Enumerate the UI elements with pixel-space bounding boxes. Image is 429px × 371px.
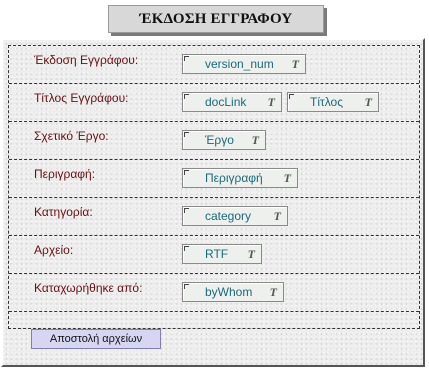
- description-label: Περιγραφή:: [34, 167, 96, 181]
- title-label: Τίτλος Εγγράφου:: [34, 91, 129, 105]
- page-title: ΈΚΔΟΣΗ ΕΓΓΡΑΦΟΥ: [139, 10, 293, 27]
- project-field[interactable]: Έργο T: [182, 130, 266, 150]
- row-registered-by: Καταχωρήθηκε από: byWhom T: [9, 274, 419, 312]
- description-value: Περιγραφή: [205, 171, 263, 185]
- row-spacer: [9, 312, 419, 328]
- doclink-value: docLink: [205, 95, 247, 109]
- row-project: Σχετικό Έργο: Έργο T: [9, 122, 419, 160]
- version-label: Έκδοση Εγγράφου:: [34, 53, 139, 67]
- text-type-icon: T: [269, 285, 277, 299]
- send-files-button[interactable]: Αποστολή αρχείων: [31, 329, 161, 349]
- text-type-icon: T: [273, 209, 281, 223]
- row-description: Περιγραφή: Περιγραφή T: [9, 160, 419, 198]
- category-value: category: [205, 209, 252, 223]
- description-field[interactable]: Περιγραφή T: [182, 168, 298, 188]
- file-field[interactable]: RTF T: [182, 244, 262, 264]
- row-version: Έκδοση Εγγράφου: version_num T: [9, 46, 419, 84]
- version-field[interactable]: version_num T: [182, 54, 306, 74]
- row-file: Αρχείο: RTF T: [9, 236, 419, 274]
- registered-by-field[interactable]: byWhom T: [182, 282, 284, 302]
- doclink-field[interactable]: docLink T: [182, 92, 282, 112]
- text-type-icon: T: [291, 57, 299, 71]
- form-table: Έκδοση Εγγράφου: version_num T Τίτλος Εγ…: [8, 45, 420, 329]
- project-label: Σχετικό Έργο:: [34, 129, 109, 143]
- file-label: Αρχείο:: [34, 243, 74, 257]
- category-label: Κατηγορία:: [34, 205, 93, 219]
- text-type-icon: T: [283, 171, 291, 185]
- row-category: Κατηγορία: category T: [9, 198, 419, 236]
- text-type-icon: T: [267, 95, 275, 109]
- registered-by-value: byWhom: [205, 285, 253, 299]
- text-type-icon: T: [251, 133, 259, 147]
- text-type-icon: T: [364, 95, 372, 109]
- category-field[interactable]: category T: [182, 206, 288, 226]
- title-value: Τίτλος: [310, 95, 344, 109]
- registered-by-label: Καταχωρήθηκε από:: [34, 281, 143, 295]
- file-value: RTF: [205, 247, 229, 261]
- version-value: version_num: [205, 57, 274, 71]
- title-field[interactable]: Τίτλος T: [287, 92, 379, 112]
- text-type-icon: T: [247, 247, 255, 261]
- document-form-panel: Έκδοση Εγγράφου: version_num T Τίτλος Εγ…: [1, 38, 425, 367]
- project-value: Έργο: [205, 133, 234, 147]
- row-title: Τίτλος Εγγράφου: docLink T Τίτλος T: [9, 84, 419, 122]
- page-title-bar: ΈΚΔΟΣΗ ΕΓΓΡΑΦΟΥ: [108, 5, 324, 33]
